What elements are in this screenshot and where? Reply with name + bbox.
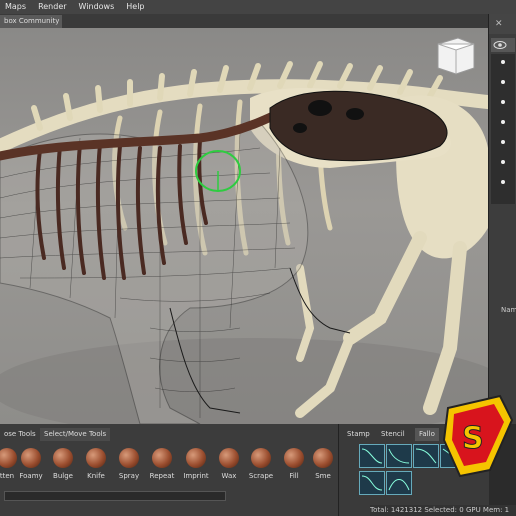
tool-smear[interactable]: Sme <box>308 448 338 480</box>
layer-visibility-dot[interactable] <box>501 180 505 184</box>
brush-ball-icon <box>0 448 17 468</box>
name-label: Nam <box>501 306 516 314</box>
menu-windows[interactable]: Windows <box>74 0 122 14</box>
tool-fill[interactable]: Fill <box>279 448 309 480</box>
brush-ball-icon <box>313 448 333 468</box>
layer-list <box>491 54 515 204</box>
layer-visibility-dot[interactable] <box>501 60 505 64</box>
tool-repeat[interactable]: Repeat <box>147 448 177 480</box>
layer-visibility-dot[interactable] <box>501 140 505 144</box>
brush-ball-icon <box>186 448 206 468</box>
brush-ball-icon <box>219 448 239 468</box>
document-tab[interactable]: box Community <box>0 15 62 28</box>
viewport-scene <box>0 37 488 424</box>
brush-ball-icon <box>284 448 304 468</box>
layer-visibility-dot[interactable] <box>501 100 505 104</box>
shelf-scrollbar[interactable] <box>4 491 226 501</box>
falloff-preset[interactable] <box>386 444 412 468</box>
brush-ball-icon <box>251 448 271 468</box>
logo-icon: S <box>442 394 514 478</box>
tool-wax[interactable]: Wax <box>214 448 244 480</box>
document-tab-row: box Community <box>0 14 488 28</box>
close-icon[interactable]: ✕ <box>495 19 503 29</box>
visibility-header <box>491 38 515 52</box>
tab-sculpt-tools[interactable]: ose Tools <box>0 428 40 441</box>
tool-imprint[interactable]: Imprint <box>181 448 211 480</box>
layer-visibility-dot[interactable] <box>501 120 505 124</box>
tool-bulge[interactable]: Bulge <box>48 448 78 480</box>
3d-viewport[interactable] <box>0 28 488 424</box>
layer-panel: ✕ Nam <box>488 14 516 424</box>
layer-visibility-dot[interactable] <box>501 160 505 164</box>
view-cube-icon[interactable] <box>437 37 475 75</box>
tool-shelf: ose Tools Select/Move Tools tten Foamy B… <box>0 424 338 516</box>
layer-visibility-dot[interactable] <box>501 80 505 84</box>
status-bar: Total: 1421312 Selected: 0 GPU Mem: 1 <box>370 505 516 516</box>
eye-icon[interactable] <box>491 38 515 52</box>
tab-select-move-tools[interactable]: Select/Move Tools <box>40 428 111 441</box>
brush-ball-icon <box>86 448 106 468</box>
brush-ball-icon <box>119 448 139 468</box>
falloff-preset[interactable] <box>359 471 385 495</box>
brush-ball-icon <box>53 448 73 468</box>
tool-knife[interactable]: Knife <box>81 448 111 480</box>
tool-scrape[interactable]: Scrape <box>246 448 276 480</box>
svg-text:S: S <box>462 421 484 456</box>
menu-render[interactable]: Render <box>33 0 73 14</box>
panel-header: ✕ <box>489 14 516 34</box>
menu-bar: Maps Render Windows Help <box>0 0 516 14</box>
tool-foamy[interactable]: Foamy <box>16 448 46 480</box>
falloff-preset[interactable] <box>359 444 385 468</box>
tab-falloff[interactable]: Fallo <box>415 428 439 441</box>
falloff-preset[interactable] <box>386 471 412 495</box>
tool-spray[interactable]: Spray <box>114 448 144 480</box>
menu-help[interactable]: Help <box>121 0 151 14</box>
menu-maps[interactable]: Maps <box>0 0 33 14</box>
brush-ball-icon <box>152 448 172 468</box>
tab-stamp[interactable]: Stamp <box>343 428 374 441</box>
tab-stencil[interactable]: Stencil <box>377 428 409 441</box>
falloff-preset[interactable] <box>413 444 439 468</box>
brush-ball-icon <box>21 448 41 468</box>
